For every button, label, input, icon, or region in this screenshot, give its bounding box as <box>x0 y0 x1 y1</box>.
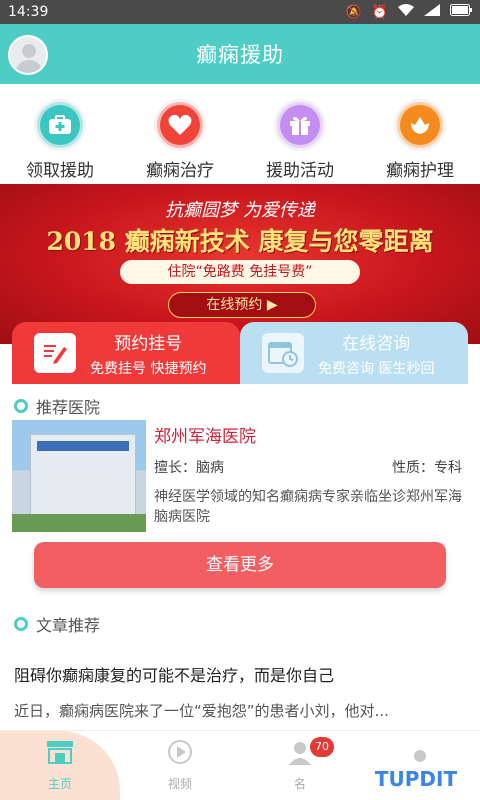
hospital-card[interactable]: 郑州军海医院 擅长：脑病 性质：专科 神经医学领域的知名癫痫病专家亲临坐诊郑州军… <box>12 420 468 532</box>
app-bar: 癫痫援助 <box>0 24 480 84</box>
quick-item-activities[interactable]: 援助活动 <box>240 84 360 184</box>
video-icon <box>165 739 195 771</box>
edit-icon <box>34 333 76 373</box>
hospital-description: 神经医学领域的知名癫痫病专家亲临坐诊郑州军海脑病医院 <box>154 489 462 525</box>
view-more-button[interactable]: 查看更多 <box>34 542 446 588</box>
quick-label-activities: 援助活动 <box>266 161 334 181</box>
site-watermark: TUPDIT <box>356 762 476 796</box>
banner-slogan: 抗癫圆梦 为爱传递 <box>165 200 315 221</box>
consult-sub: 免费咨询 医生秒回 <box>318 360 435 377</box>
notification-badge: 70 <box>310 737 334 757</box>
quick-label-treatment: 癫痫治疗 <box>146 161 214 181</box>
quick-label-care: 癫痫护理 <box>386 161 454 181</box>
alarm-icon: ⏰ <box>371 4 388 20</box>
tab-video-label: 视频 <box>167 777 192 791</box>
hospital-name[interactable]: 郑州军海医院 <box>154 422 468 447</box>
wifi-icon <box>398 4 414 20</box>
hospital-meta: 擅长：脑病 性质：专科 <box>154 457 468 477</box>
avatar-head-shape <box>22 44 36 58</box>
tab-doctor[interactable]: 70 名 <box>240 731 360 800</box>
gift-icon <box>277 102 323 148</box>
hospital-ground-shape <box>12 514 146 532</box>
tab-home-label: 主页 <box>47 777 72 791</box>
hospital-sign-shape <box>37 441 129 451</box>
quick-item-aid[interactable]: 领取援助 <box>0 84 120 184</box>
appointment-card[interactable]: 预约挂号 免费挂号 快捷预约 <box>12 322 240 384</box>
article-section-title: 文章推荐 <box>36 616 101 635</box>
hospital-section-title: 推荐医院 <box>36 398 101 417</box>
avatar-body-shape <box>15 60 43 73</box>
status-icons: 🔕 ⏰ <box>346 4 472 20</box>
battery-icon <box>450 4 472 20</box>
tab-doctor-label: 名 <box>293 777 306 791</box>
section-dot-icon <box>14 399 28 413</box>
consult-title: 在线咨询 <box>342 333 411 354</box>
article-summary: 近日，癫痫病医院来了一位“爱抱怨”的患者小刘，他对... <box>14 702 389 720</box>
promo-banner[interactable]: 抗癫圆梦 为爱传递 2018 癫痫新技术 康复与您零距离 住院“免路费 免挂号费… <box>0 184 480 344</box>
article-item[interactable]: 阻碍你癫痫康复的可能不是治疗，而是你自己 近日，癫痫病医院来了一位“爱抱怨”的患… <box>14 662 466 721</box>
section-dot-icon <box>14 617 28 631</box>
hospital-nature: 性质：专科 <box>392 460 462 476</box>
hospital-section-header: 推荐医院 <box>14 394 100 418</box>
tab-home[interactable]: 主页 <box>0 731 120 800</box>
appointment-sub: 免费挂号 快捷预约 <box>90 360 207 377</box>
tab-video[interactable]: 视频 <box>120 731 240 800</box>
mute-icon: 🔕 <box>345 4 362 20</box>
quick-item-treatment[interactable]: 癫痫治疗 <box>120 84 240 184</box>
action-cards: 预约挂号 免费挂号 快捷预约 在线咨询 免费咨询 医生秒回 <box>12 322 468 384</box>
calendar-clock-icon <box>262 333 304 373</box>
quick-item-care[interactable]: 癫痫护理 <box>360 84 480 184</box>
medical-kit-icon <box>37 102 83 148</box>
user-avatar[interactable] <box>8 35 48 75</box>
hospital-specialty: 擅长：脑病 <box>154 460 224 476</box>
quick-label-aid: 领取援助 <box>26 161 94 181</box>
article-section-header: 文章推荐 <box>14 612 100 636</box>
hospital-building-shape <box>30 434 136 516</box>
hospital-image <box>12 420 146 532</box>
page-title: 癫痫援助 <box>196 43 284 67</box>
quick-menu: 领取援助 癫痫治疗 援助活动 癫痫护理 <box>0 84 480 184</box>
appointment-title: 预约挂号 <box>114 333 183 354</box>
banner-book-button[interactable]: 在线预约 ▶ <box>168 292 316 318</box>
banner-free-text: 住院“免路费 免挂号费” <box>120 260 360 284</box>
consult-card[interactable]: 在线咨询 免费咨询 医生秒回 <box>240 322 468 384</box>
article-title[interactable]: 阻碍你癫痫康复的可能不是治疗，而是你自己 <box>14 662 466 686</box>
flower-icon <box>397 102 443 148</box>
store-icon <box>45 739 75 771</box>
banner-headline: 2018 癫痫新技术 康复与您零距离 <box>46 227 434 256</box>
status-bar: 14:39 🔕 ⏰ <box>0 0 480 24</box>
hospital-info: 郑州军海医院 擅长：脑病 性质：专科 神经医学领域的知名癫痫病专家亲临坐诊郑州军… <box>146 420 468 532</box>
heart-icon <box>157 102 203 148</box>
status-time: 14:39 <box>8 4 49 20</box>
signal-icon <box>424 4 440 20</box>
